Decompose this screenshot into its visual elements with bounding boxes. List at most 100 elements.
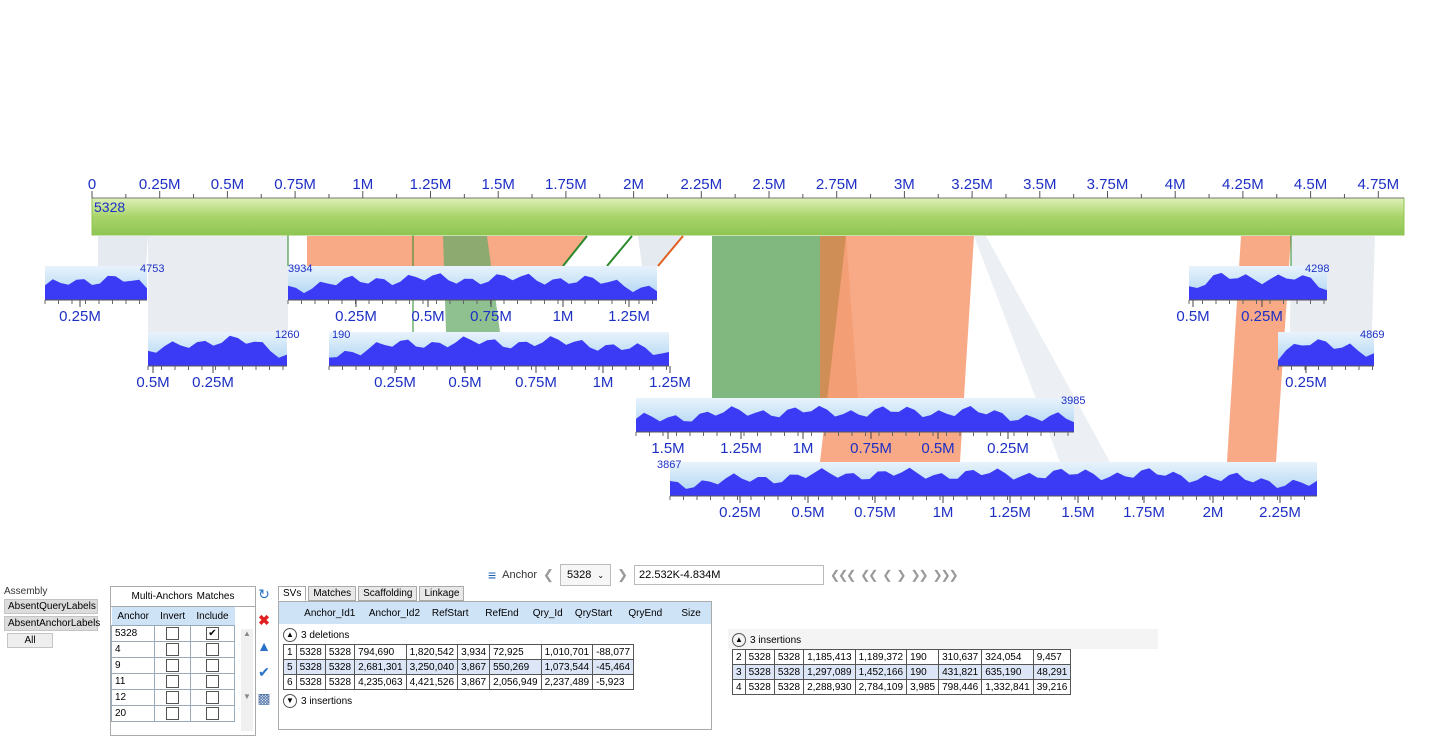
tab-scaffolding[interactable]: Scaffolding (358, 586, 418, 601)
table-cell: 2,784,109 (854, 679, 908, 695)
check-icon[interactable]: ✔ (258, 664, 270, 680)
zoom-in-max-icon[interactable]: ❯❯❯ (933, 568, 959, 582)
deletions-table: 1 5328 5328 794,690 1,820,542 3,934 72,925 1,01… (283, 644, 635, 690)
save-icon[interactable]: ▩ (257, 690, 270, 706)
absent-query-labels-button[interactable]: AbsentQueryLabels (4, 599, 98, 614)
col-anchor[interactable]: Anchor (111, 607, 155, 626)
insertions-group[interactable]: ▼ 3 insertions (279, 690, 711, 710)
table-row[interactable]: 6 5328 5328 4,235,063 4,421,526 3,867 2,056,94… (283, 674, 635, 690)
query-id: 3867 (657, 459, 681, 471)
reference-id: 5328 (94, 199, 125, 215)
query-track-190[interactable]: 190 0.25M 0.5M 0.75M 1M 1.25M (328, 329, 691, 391)
invert-checkbox[interactable] (166, 675, 180, 688)
anchor-id: 9 (111, 657, 156, 674)
invert-checkbox[interactable] (166, 643, 180, 656)
col-invert[interactable]: Invert (154, 607, 191, 626)
zoom-out-icon[interactable]: ❮❮ (860, 568, 878, 582)
query-track-3985[interactable]: 3985 1.5M 1.25M 1M 0.75M 0.5M 0.25M (635, 395, 1085, 457)
include-checkbox[interactable] (205, 691, 219, 704)
tab-linkage[interactable]: Linkage (419, 586, 465, 601)
query-track-3867[interactable]: 3867 0.25M 0.5M 0.75M 1M 1.25M 1.5M 1.75M 2M 2.25… (657, 459, 1317, 521)
anchor-row[interactable]: 9 (111, 657, 236, 674)
ref-tick-label: 1.5M (482, 176, 515, 193)
table-cell: -88,077 (592, 644, 635, 660)
invert-checkbox[interactable] (166, 627, 180, 640)
table-cell: 1,820,542 (405, 644, 459, 660)
table-cell: 4,235,063 (354, 674, 407, 690)
zoom-in-icon[interactable]: ❯❯ (910, 568, 928, 582)
include-checkbox[interactable] (205, 643, 219, 656)
absent-anchor-labels-button[interactable]: AbsentAnchorLabels (4, 616, 100, 631)
table-row[interactable]: 3 5328 5328 1,297,089 1,452,166 190 431,821 635… (732, 664, 1072, 680)
up-icon[interactable]: ▲ (257, 638, 271, 654)
insertions-group[interactable]: ▲ 3 insertions (728, 629, 1158, 649)
collapse-icon[interactable]: ▲ (732, 633, 746, 647)
sv-col-qrystart[interactable]: QryStart (568, 608, 620, 619)
anchor-row[interactable]: 5328 ✔ (111, 625, 236, 642)
query-id: 4298 (1305, 263, 1329, 275)
all-button[interactable]: All (7, 633, 53, 648)
table-row[interactable]: 2 5328 5328 1,185,413 1,189,372 190 310,637 324… (732, 649, 1072, 665)
col-include[interactable]: Include (190, 607, 235, 626)
table-row[interactable]: 5 5328 5328 2,681,301 3,250,040 3,867 550,269 1… (283, 659, 635, 675)
ref-tick-label: 4.25M (1222, 176, 1264, 193)
anchor-table-scrollbar[interactable]: ▲ ▼ (241, 629, 253, 731)
sv-col-qryend[interactable]: QryEnd (619, 608, 671, 619)
close-icon[interactable]: ✖ (258, 612, 270, 628)
query-track-4753[interactable]: 4753 0.25M (44, 263, 164, 325)
query-track-3934[interactable]: 3934 0.25M 0.5M 0.75M 1M 1.25M (287, 263, 657, 325)
sv-col-size[interactable]: Size (671, 608, 711, 619)
anchor-row[interactable]: 12 (111, 689, 236, 706)
table-cell: 2,237,489 (540, 674, 594, 690)
anchor-toolbar: ≡ Anchor ❮ 5328 ⌄ ❯ 22.532K-4.834M ❮❮❮ ❮❮… (488, 563, 959, 587)
filter-icon[interactable]: ≡ (488, 567, 496, 583)
sv-col-qry_id[interactable]: Qry_Id (528, 608, 568, 619)
genome-alignment-view[interactable]: 5328 0 0.25M 0.5M 0.75M 1M 1.25M 1.5M 1.75M 2M 2.… (0, 0, 1448, 545)
deletions-group[interactable]: ▲ 3 deletions (279, 624, 711, 644)
query-tick-label: 1.25M (989, 504, 1031, 521)
anchor-row[interactable]: 11 (111, 673, 236, 690)
sv-col-refend[interactable]: RefEnd (476, 608, 528, 619)
refresh-icon[interactable]: ↻ (258, 586, 270, 602)
reference-track[interactable]: 5328 0 0.25M 0.5M 0.75M 1M 1.25M 1.5M 1.75M 2M 2.… (88, 176, 1405, 236)
sv-col-anchor_id2[interactable]: Anchor_Id2 (365, 608, 425, 619)
anchor-select[interactable]: 5328 ⌄ (559, 564, 612, 586)
invert-checkbox[interactable] (166, 691, 180, 704)
sv-col-anchor_id1[interactable]: Anchor_Id1 (295, 608, 365, 619)
query-track-4869[interactable]: 4869 0.25M (1277, 329, 1384, 391)
table-cell: 5328 (773, 679, 805, 695)
zoom-out-max-icon[interactable]: ❮❮❮ (830, 568, 856, 582)
include-checkbox[interactable] (205, 659, 219, 672)
tab-matches[interactable]: Matches (197, 591, 235, 602)
expand-icon[interactable]: ▼ (283, 694, 297, 708)
ref-tick-label: 0.25M (139, 176, 181, 193)
table-cell: 1,189,372 (854, 649, 908, 665)
step-right-icon[interactable]: ❯ (896, 568, 906, 582)
anchor-row[interactable]: 20 (111, 705, 236, 722)
table-row[interactable]: 4 5328 5328 2,288,930 2,784,109 3,985 798,446 1… (732, 679, 1072, 695)
range-input[interactable]: 22.532K-4.834M (634, 565, 825, 585)
tab-matches[interactable]: Matches (308, 586, 357, 601)
ref-tick-label: 1M (352, 176, 373, 193)
anchor-id: 4 (111, 641, 156, 658)
table-cell: 1,297,089 (803, 664, 856, 680)
invert-checkbox[interactable] (166, 707, 180, 720)
table-cell: 2,681,301 (354, 659, 407, 675)
invert-checkbox[interactable] (166, 659, 180, 672)
include-checkbox[interactable] (205, 675, 219, 688)
step-left-icon[interactable]: ❮ (882, 568, 892, 582)
next-anchor-button[interactable]: ❯ (617, 567, 628, 583)
table-cell: 5328 (744, 664, 775, 680)
collapse-icon[interactable]: ▲ (283, 628, 297, 642)
anchor-row[interactable]: 4 (111, 641, 236, 658)
query-tick-label: 0.75M (850, 440, 892, 457)
prev-anchor-button[interactable]: ❮ (543, 567, 554, 583)
tab-multi-anchors[interactable]: Multi-Anchors (132, 591, 193, 602)
tab-svs[interactable]: SVs (278, 586, 307, 601)
sv-col-refstart[interactable]: RefStart (424, 608, 476, 619)
include-checkbox[interactable]: ✔ (205, 627, 219, 640)
table-row[interactable]: 1 5328 5328 794,690 1,820,542 3,934 72,925 1,01… (283, 644, 635, 660)
query-tick-label: 0.5M (791, 504, 824, 521)
include-checkbox[interactable] (205, 707, 219, 720)
query-track-1260[interactable]: 1260 0.5M 0.25M (136, 329, 299, 391)
